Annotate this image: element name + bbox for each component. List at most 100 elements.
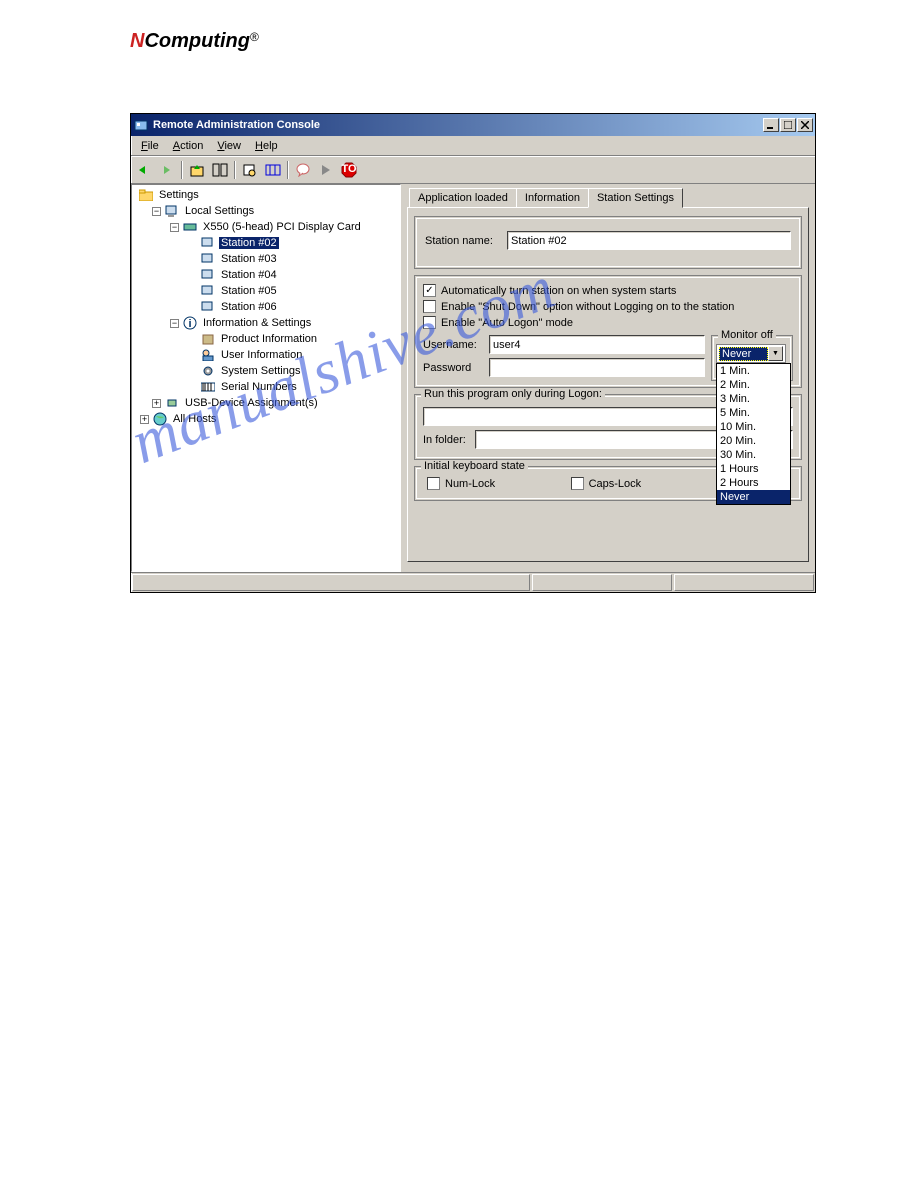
auto-logon-label: Enable "Auto Logon" mode <box>441 317 573 329</box>
tree-station-06[interactable]: Station #06 <box>134 299 398 315</box>
expand-icon[interactable]: + <box>152 399 161 408</box>
tree-pane[interactable]: Settings − Local Settings − X550 (5-head… <box>131 184 401 572</box>
monitor-icon <box>200 267 216 283</box>
properties-button[interactable] <box>239 159 261 181</box>
tree-label-s6[interactable]: Station #06 <box>219 301 279 313</box>
dropdown-option[interactable]: 1 Hours <box>717 462 790 476</box>
stop-button[interactable]: STOP <box>338 159 360 181</box>
shutdown-label: Enable "Shut Down" option without Loggin… <box>441 301 734 313</box>
monitor-icon <box>200 299 216 315</box>
capslock-label: Caps-Lock <box>589 478 642 490</box>
tree-label-settings[interactable]: Settings <box>157 189 201 201</box>
dropdown-option[interactable]: 2 Hours <box>717 476 790 490</box>
auto-on-label: Automatically turn station on when syste… <box>441 285 676 297</box>
message-button[interactable] <box>292 159 314 181</box>
dropdown-option[interactable]: 5 Min. <box>717 406 790 420</box>
tree-station-05[interactable]: Station #05 <box>134 283 398 299</box>
dropdown-option[interactable]: 30 Min. <box>717 448 790 462</box>
options-group: ✓ Automatically turn station on when sys… <box>414 275 802 388</box>
shutdown-checkbox[interactable] <box>423 300 436 313</box>
tree-station-02[interactable]: Station #02 <box>134 235 398 251</box>
tree-label-usb[interactable]: USB-Device Assignment(s) <box>183 397 320 409</box>
maximize-button[interactable] <box>780 118 796 132</box>
statusbar <box>131 572 815 592</box>
window-body: Settings − Local Settings − X550 (5-head… <box>131 184 815 572</box>
tree-card[interactable]: − X550 (5-head) PCI Display Card <box>134 219 398 235</box>
password-input[interactable] <box>489 358 705 377</box>
auto-on-checkbox[interactable]: ✓ <box>423 284 436 297</box>
menu-view[interactable]: View <box>211 138 247 154</box>
titlebar[interactable]: Remote Administration Console <box>131 114 815 136</box>
tab-app-loaded[interactable]: Application loaded <box>409 188 517 207</box>
status-pane-1 <box>132 574 530 591</box>
dropdown-selected: Never <box>719 347 768 361</box>
capslock-checkbox[interactable] <box>571 477 584 490</box>
tree-label-s4[interactable]: Station #04 <box>219 269 279 281</box>
tab-station-settings[interactable]: Station Settings <box>588 188 683 208</box>
keyboard-state-title: Initial keyboard state <box>421 460 528 472</box>
tree-label-s5[interactable]: Station #05 <box>219 285 279 297</box>
dropdown-option[interactable]: 2 Min. <box>717 378 790 392</box>
tree-local[interactable]: − Local Settings <box>134 203 398 219</box>
tree-serial[interactable]: Serial Numbers <box>134 379 398 395</box>
collapse-icon[interactable]: − <box>152 207 161 216</box>
forward-button[interactable] <box>156 159 178 181</box>
card-icon <box>182 219 198 235</box>
tree-label-s3[interactable]: Station #03 <box>219 253 279 265</box>
tree-info-settings[interactable]: − i Information & Settings <box>134 315 398 331</box>
back-button[interactable] <box>133 159 155 181</box>
monitor-icon <box>200 251 216 267</box>
window-title: Remote Administration Console <box>153 119 763 131</box>
monitor-off-title: Monitor off <box>718 329 776 341</box>
tree-label-card[interactable]: X550 (5-head) PCI Display Card <box>201 221 363 233</box>
toolbar-separator <box>181 161 183 179</box>
username-input[interactable] <box>489 335 705 354</box>
dropdown-option[interactable]: 1 Min. <box>717 364 790 378</box>
play-button[interactable] <box>315 159 337 181</box>
dropdown-option[interactable]: 10 Min. <box>717 420 790 434</box>
dropdown-option[interactable]: Never <box>717 490 790 504</box>
monitor-off-dropdown[interactable]: Never ▼ 1 Min.2 Min.3 Min.5 Min.10 Min.2… <box>716 344 786 363</box>
auto-logon-checkbox[interactable] <box>423 316 436 329</box>
barcode-icon <box>200 379 216 395</box>
tree-label-local[interactable]: Local Settings <box>183 205 256 217</box>
tree-label-prod[interactable]: Product Information <box>219 333 319 345</box>
tree-label-info[interactable]: Information & Settings <box>201 317 313 329</box>
minimize-button[interactable] <box>763 118 779 132</box>
tree-user-info[interactable]: User Information <box>134 347 398 363</box>
content-pane: Application loaded Information Station S… <box>401 184 815 572</box>
tree-root[interactable]: Settings <box>134 187 398 203</box>
tree-station-03[interactable]: Station #03 <box>134 251 398 267</box>
usb-icon <box>164 395 180 411</box>
expand-icon[interactable]: + <box>140 415 149 424</box>
tree-label-s2[interactable]: Station #02 <box>219 237 279 249</box>
tree-label-user[interactable]: User Information <box>219 349 304 361</box>
collapse-icon[interactable]: − <box>170 319 179 328</box>
numlock-checkbox[interactable] <box>427 477 440 490</box>
tree-label-hosts[interactable]: All Hosts <box>171 413 218 425</box>
dropdown-list[interactable]: 1 Min.2 Min.3 Min.5 Min.10 Min.20 Min.30… <box>716 363 791 505</box>
tree-usb[interactable]: + USB-Device Assignment(s) <box>134 395 398 411</box>
password-label: Password <box>423 362 485 374</box>
show-hide-button[interactable] <box>209 159 231 181</box>
tree-label-sys[interactable]: System Settings <box>219 365 302 377</box>
collapse-icon[interactable]: − <box>170 223 179 232</box>
tree-system-settings[interactable]: System Settings <box>134 363 398 379</box>
menu-help[interactable]: Help <box>249 138 284 154</box>
tree-all-hosts[interactable]: + All Hosts <box>134 411 398 427</box>
tree-product-info[interactable]: Product Information <box>134 331 398 347</box>
dropdown-option[interactable]: 20 Min. <box>717 434 790 448</box>
in-folder-label: In folder: <box>423 434 471 446</box>
chevron-down-icon[interactable]: ▼ <box>768 346 783 361</box>
tree-label-serial[interactable]: Serial Numbers <box>219 381 299 393</box>
close-button[interactable] <box>797 118 813 132</box>
menu-action[interactable]: Action <box>167 138 210 154</box>
columns-button[interactable] <box>262 159 284 181</box>
up-button[interactable] <box>186 159 208 181</box>
app-icon <box>133 117 149 133</box>
dropdown-option[interactable]: 3 Min. <box>717 392 790 406</box>
menu-file[interactable]: File <box>135 138 165 154</box>
tab-information[interactable]: Information <box>516 188 589 207</box>
station-name-input[interactable] <box>507 231 791 250</box>
tree-station-04[interactable]: Station #04 <box>134 267 398 283</box>
